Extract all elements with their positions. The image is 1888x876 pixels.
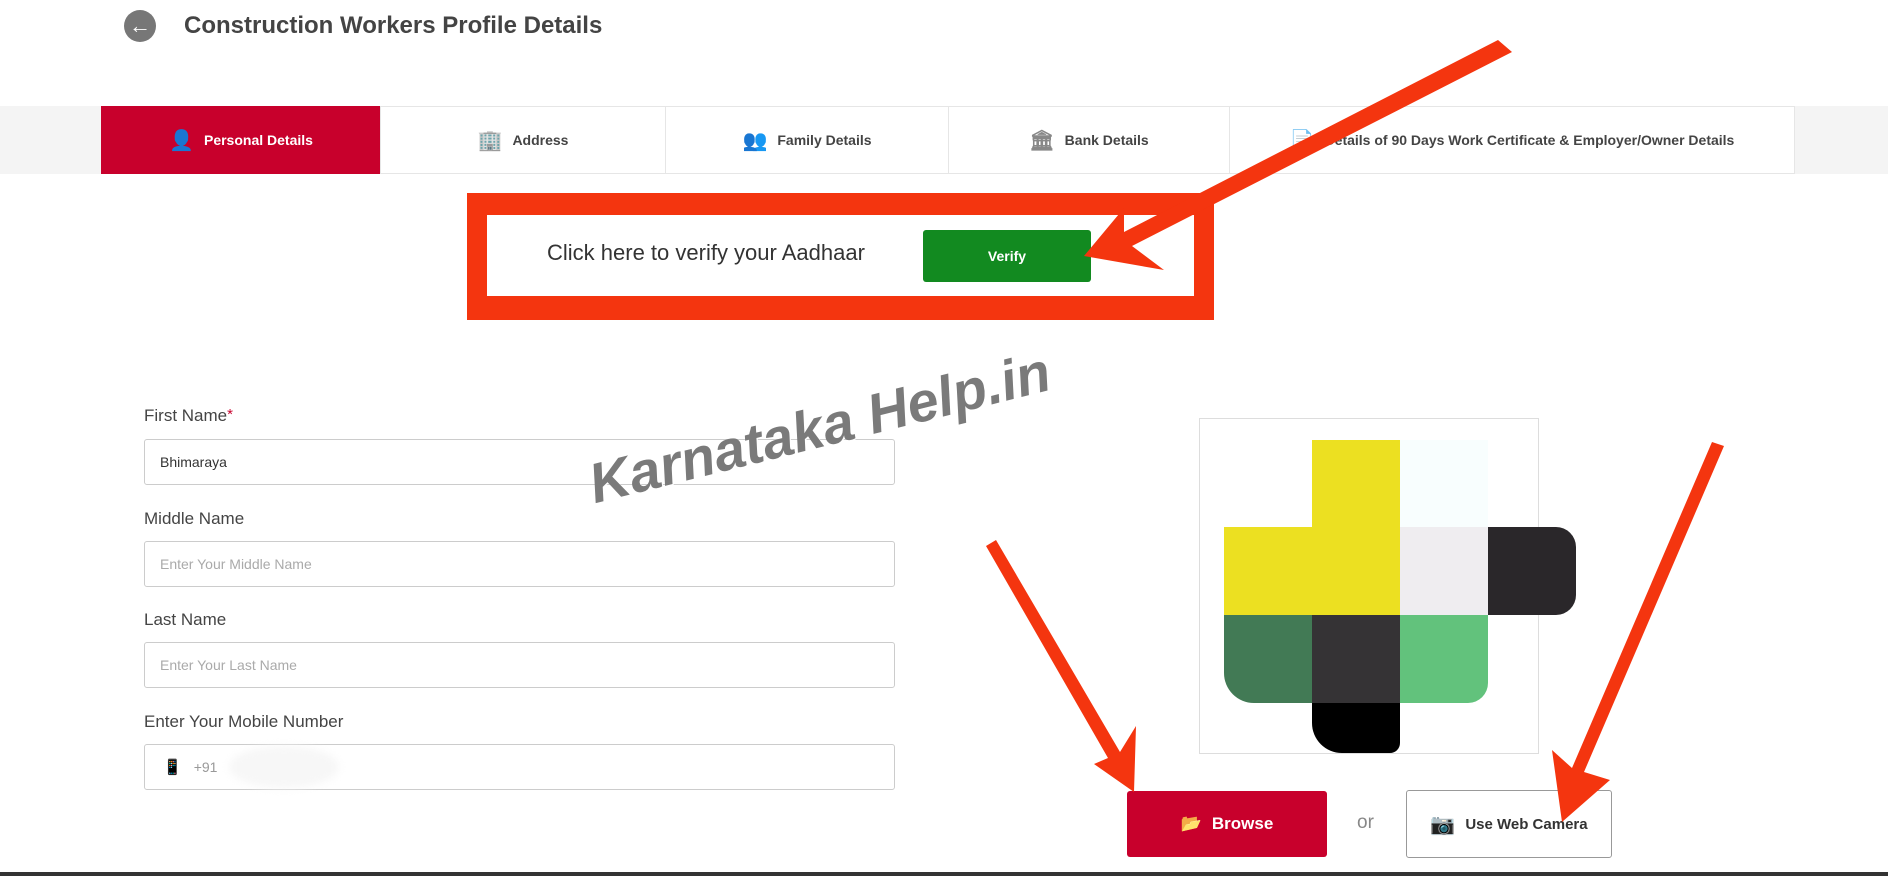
- phone-icon: 📱: [163, 759, 182, 776]
- last-name-label: Last Name: [144, 610, 227, 629]
- watermark: Karnataka Help.in: [582, 339, 1057, 516]
- tab-label: Bank Details: [1064, 132, 1149, 148]
- tab-label: Family Details: [777, 132, 872, 148]
- bank-icon: 🏛: [1029, 129, 1055, 152]
- tab-work-certificate[interactable]: 📄 Details of 90 Days Work Certificate & E…: [1229, 106, 1795, 174]
- first-name-label: First Name*: [144, 406, 233, 426]
- browse-label: Browse: [1211, 814, 1274, 833]
- photo-pixel: [1312, 527, 1400, 615]
- mobile-input[interactable]: 📱 +91: [144, 744, 895, 790]
- certificate-icon: 📄: [1289, 129, 1315, 152]
- folder-icon: 📂: [1180, 814, 1202, 833]
- photo-pixel: [1488, 527, 1576, 615]
- country-code: +91: [193, 759, 218, 775]
- or-separator: or: [1357, 812, 1374, 833]
- tab-label: Details of 90 Days Work Certificate & Em…: [1324, 132, 1735, 148]
- photo-pixel: [1400, 527, 1488, 615]
- building-icon: 🏢: [477, 129, 503, 152]
- mobile-label: Enter Your Mobile Number: [144, 712, 344, 731]
- photo-pixel: [1224, 527, 1312, 615]
- middle-name-input[interactable]: [144, 541, 895, 587]
- user-check-icon: 👤: [169, 129, 194, 152]
- tab-address[interactable]: 🏢 Address: [380, 106, 666, 174]
- webcam-icon: 📷: [1430, 813, 1456, 836]
- aadhaar-verify-text: Click here to verify your Aadhaar: [547, 240, 865, 265]
- tab-label: Personal Details: [203, 132, 313, 148]
- last-name-input[interactable]: [144, 642, 895, 688]
- tab-family-details[interactable]: 👥 Family Details: [665, 106, 949, 174]
- photo-pixel: [1224, 615, 1312, 703]
- tab-label: Address: [512, 132, 569, 148]
- arrow-left-icon: ←: [129, 13, 151, 38]
- use-web-camera-button[interactable]: 📷 Use Web Camera: [1406, 790, 1612, 858]
- browse-button[interactable]: 📂 Browse: [1127, 791, 1327, 857]
- middle-name-label: Middle Name: [144, 509, 245, 528]
- tab-personal-details[interactable]: 👤 Personal Details: [101, 106, 381, 174]
- verify-aadhaar-button[interactable]: Verify: [923, 230, 1091, 282]
- photo-pixel: [1312, 703, 1400, 753]
- family-icon: 👥: [742, 129, 768, 152]
- photo-pixel: [1400, 440, 1488, 528]
- back-button[interactable]: ←: [124, 10, 156, 42]
- label-text: First Name: [144, 406, 228, 425]
- tab-bank-details[interactable]: 🏛 Bank Details: [948, 106, 1230, 174]
- bottom-bar: [0, 872, 1888, 876]
- photo-preview: [1199, 418, 1576, 754]
- page-title: Construction Workers Profile Details: [184, 12, 603, 39]
- photo-pixel: [1312, 615, 1400, 703]
- redacted-number: [229, 746, 340, 788]
- required-mark: *: [227, 406, 233, 423]
- webcam-label: Use Web Camera: [1465, 815, 1588, 833]
- arrow-to-browse: [986, 540, 1136, 792]
- photo-pixel: [1312, 440, 1400, 528]
- photo-pixel: [1400, 615, 1488, 703]
- arrow-to-webcam: [1552, 442, 1724, 822]
